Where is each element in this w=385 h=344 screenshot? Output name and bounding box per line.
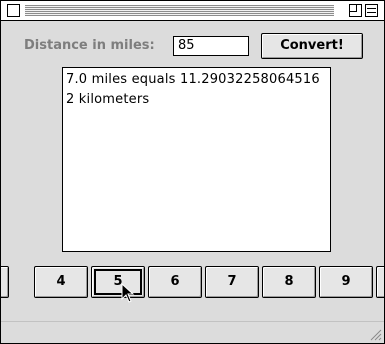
convert-button[interactable]: Convert! bbox=[261, 33, 363, 59]
mouse-pointer-icon bbox=[121, 283, 135, 303]
bottom-divider bbox=[1, 321, 384, 322]
conversion-output: 7.0 miles equals 11.290322580645162 kilo… bbox=[62, 67, 331, 252]
app-window: Distance in miles: 85 Convert! 7.0 miles… bbox=[0, 0, 385, 344]
title-bar[interactable] bbox=[1, 1, 384, 21]
distance-label: Distance in miles: bbox=[24, 38, 155, 53]
close-box-icon[interactable] bbox=[7, 4, 20, 17]
collapse-box-icon[interactable] bbox=[365, 4, 378, 17]
number-button-partial-left[interactable] bbox=[1, 266, 9, 298]
number-button-4[interactable]: 4 bbox=[34, 266, 88, 298]
zoom-box-icon[interactable] bbox=[349, 4, 362, 17]
number-button-row: 4 5 6 7 8 9 bbox=[1, 266, 384, 302]
title-bar-stripes bbox=[25, 5, 334, 16]
distance-input[interactable]: 85 bbox=[173, 36, 249, 56]
number-button-7[interactable]: 7 bbox=[205, 266, 259, 298]
resize-grip-icon[interactable] bbox=[368, 327, 382, 341]
number-button-9[interactable]: 9 bbox=[319, 266, 373, 298]
number-button-6[interactable]: 6 bbox=[148, 266, 202, 298]
number-button-partial-right[interactable] bbox=[376, 266, 384, 298]
number-button-8[interactable]: 8 bbox=[262, 266, 316, 298]
